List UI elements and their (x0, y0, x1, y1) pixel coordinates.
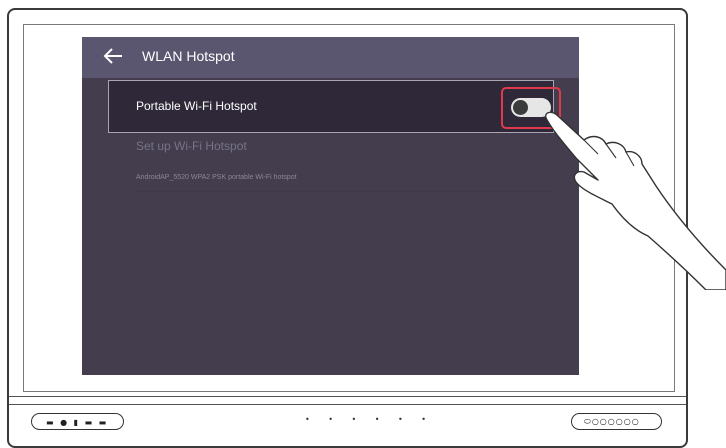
front-buttons-right: ⬭○○○○○○ (571, 413, 662, 430)
bezel-divider-lower (9, 404, 686, 405)
button-group-right-icon: ⬭○○○○○○ (584, 417, 640, 426)
setup-hotspot-label[interactable]: Set up Wi-Fi Hotspot (136, 139, 247, 153)
settings-screen: WLAN Hotspot Portable Wi-Fi Hotspot Set … (82, 37, 579, 375)
page-title: WLAN Hotspot (142, 48, 235, 64)
portable-hotspot-row[interactable]: Portable Wi-Fi Hotspot (108, 80, 554, 133)
back-arrow-icon[interactable] (102, 45, 124, 67)
setup-divider (136, 191, 556, 192)
front-buttons-left: ▬ ● ▮ ▬ ▬ (31, 413, 124, 430)
app-header: WLAN Hotspot (82, 37, 579, 78)
bezel-divider (9, 396, 686, 397)
toggle-knob (513, 100, 528, 115)
setup-hotspot-description: AndroidAP_5520 WPA2 PSK portable Wi-Fi h… (136, 174, 297, 181)
portable-hotspot-label: Portable Wi-Fi Hotspot (136, 99, 257, 113)
pointing-hand-icon (545, 111, 726, 290)
sensor-dots-icon: • • • • • • (305, 415, 435, 424)
button-group-left-icon: ▬ ● ▮ ▬ ▬ (46, 418, 109, 427)
